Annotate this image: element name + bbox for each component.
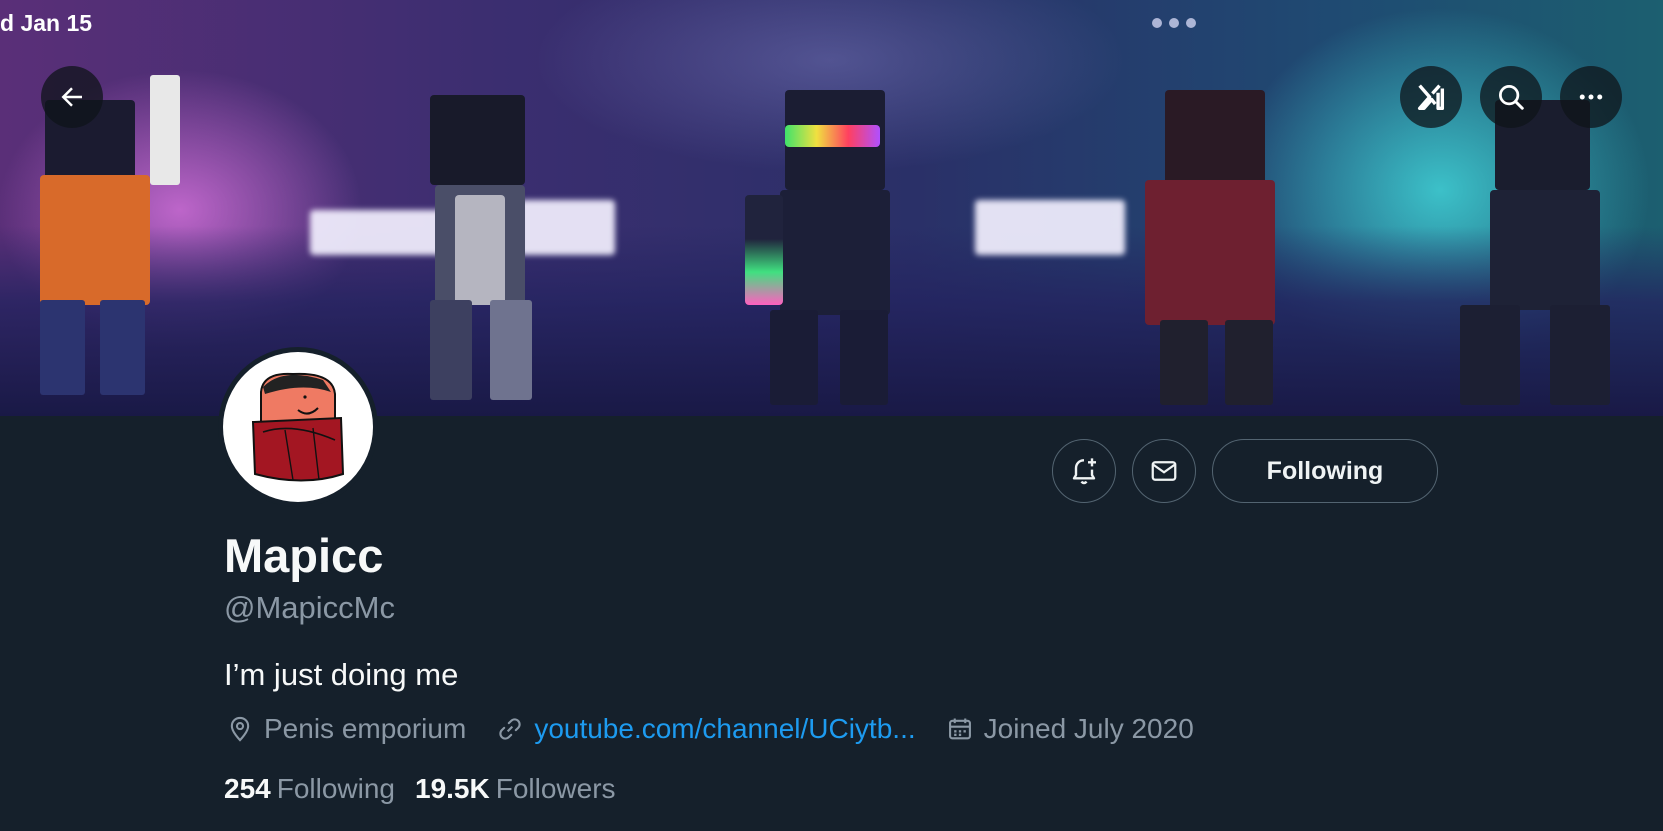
- banner-character-4: [1140, 60, 1310, 410]
- website-item[interactable]: youtube.com/channel/UCiytb...: [496, 713, 916, 745]
- following-button[interactable]: Following: [1212, 439, 1438, 503]
- envelope-icon: [1151, 461, 1177, 481]
- more-horizontal-icon: [1579, 94, 1603, 100]
- following-label: Following: [276, 773, 395, 804]
- banner-character-2: [410, 95, 570, 405]
- website-link[interactable]: youtube.com/channel/UCiytb...: [534, 713, 915, 745]
- profile-stats: 254 Following 19.5K Followers: [224, 773, 636, 805]
- status-bar-date: d Jan 15: [0, 10, 93, 36]
- banner-character-3: [740, 70, 920, 410]
- location-text: Penis emporium: [264, 713, 467, 744]
- more-button[interactable]: [1560, 66, 1622, 128]
- joined-text: Joined July 2020: [983, 713, 1194, 744]
- link-icon: [499, 718, 521, 740]
- bell-plus-icon: [1072, 458, 1096, 485]
- banner-character-1: [20, 75, 190, 400]
- message-button[interactable]: [1132, 439, 1196, 503]
- followers-label: Followers: [495, 773, 616, 804]
- followers-count: 19.5K: [415, 773, 490, 804]
- profile-meta-row: Penis emporium youtube.com/channel/UCiyt…: [226, 713, 1224, 745]
- user-handle: @MapiccMc: [224, 590, 395, 625]
- multitasking-dots-icon[interactable]: [1152, 18, 1196, 28]
- banner-character-5: [1440, 100, 1630, 410]
- banner-glow-right: [975, 200, 1125, 255]
- display-name: Mapicc: [224, 529, 384, 582]
- followers-stat[interactable]: 19.5K Followers: [415, 773, 616, 805]
- search-button[interactable]: [1480, 66, 1542, 128]
- profile-avatar[interactable]: [218, 347, 378, 507]
- following-count: 254: [224, 773, 271, 804]
- back-button[interactable]: [41, 66, 103, 128]
- following-stat[interactable]: 254 Following: [224, 773, 395, 805]
- calendar-icon: [948, 718, 971, 740]
- grok-button[interactable]: [1400, 66, 1462, 128]
- avatar-drawing: [251, 372, 345, 482]
- grok-icon: [1417, 84, 1445, 111]
- location-item: Penis emporium: [226, 713, 466, 745]
- arrow-left-icon: [61, 87, 82, 107]
- profile-bio: I’m just doing me: [224, 657, 459, 692]
- notifications-button[interactable]: [1052, 439, 1116, 503]
- profile-banner[interactable]: [0, 0, 1663, 416]
- search-icon: [1499, 85, 1524, 110]
- location-pin-icon: [230, 716, 250, 742]
- joined-item: Joined July 2020: [946, 713, 1194, 745]
